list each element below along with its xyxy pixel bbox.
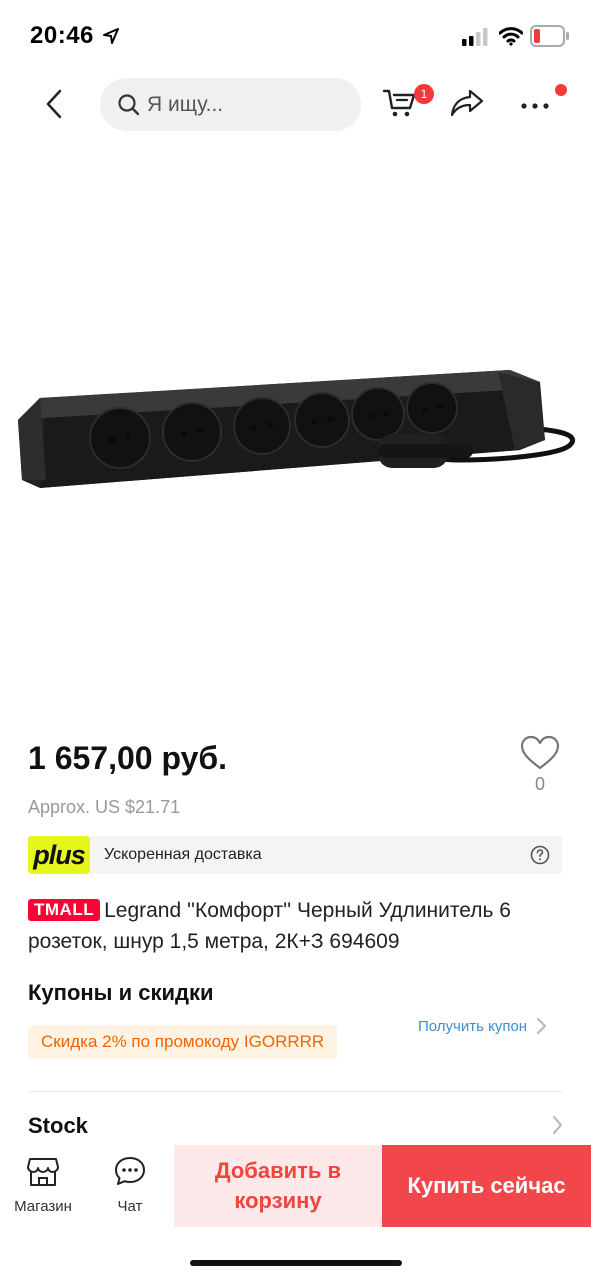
- chat-button[interactable]: Чат: [100, 1155, 160, 1219]
- product-title: TMALL Legrand ''Комфорт'' Черный Удлините…: [28, 895, 568, 957]
- chat-icon: [115, 1157, 145, 1185]
- location-arrow-icon: [103, 28, 119, 44]
- coupons-heading: Купоны и скидки: [28, 980, 214, 1005]
- get-coupon-label: Получить купон: [418, 1017, 528, 1035]
- divider: [28, 1091, 563, 1092]
- stock-row[interactable]: Stock: [28, 1105, 563, 1145]
- search-icon: [118, 93, 140, 115]
- notification-dot: [555, 84, 567, 96]
- delivery-text: Ускоренная доставка: [104, 846, 262, 863]
- battery-icon: [530, 25, 569, 47]
- help-icon[interactable]: [530, 845, 550, 865]
- add-to-cart-label: Добавить в корзину: [214, 1158, 342, 1213]
- chevron-right-icon: [552, 1115, 563, 1135]
- store-icon: [27, 1158, 59, 1186]
- add-to-cart-button[interactable]: Добавить в корзину: [174, 1145, 382, 1227]
- status-bar: 20:46: [0, 0, 591, 70]
- more-button[interactable]: [518, 92, 554, 116]
- store-label: Магазин: [14, 1198, 72, 1215]
- heart-icon: [520, 735, 560, 770]
- plus-delivery-bar[interactable]: plus Ускоренная доставка: [28, 836, 562, 874]
- back-icon: [46, 89, 62, 119]
- buy-now-button[interactable]: Купить сейчас: [382, 1145, 591, 1227]
- chat-label: Чат: [117, 1198, 143, 1215]
- product-title-text: Legrand ''Комфорт'' Черный Удлинитель 6 …: [28, 899, 511, 953]
- more-icon: [521, 103, 549, 109]
- home-indicator: [190, 1260, 402, 1266]
- chevron-right-icon: [536, 1017, 547, 1035]
- approx-price: Approx. US $21.71: [28, 797, 181, 817]
- discount-coupon[interactable]: Скидка 2% по промокоду IGORRRR: [28, 1025, 338, 1059]
- search-placeholder: Я ищу...: [147, 92, 224, 116]
- store-button[interactable]: Магазин: [8, 1155, 78, 1219]
- get-coupon-link[interactable]: Получить купон: [418, 1017, 547, 1035]
- search-input[interactable]: Я ищу...: [100, 78, 361, 131]
- cart-count-badge: 1: [414, 84, 434, 104]
- product-image[interactable]: [0, 150, 591, 710]
- wishlist-button[interactable]: [520, 735, 560, 775]
- tmall-badge: TMALL: [28, 899, 101, 921]
- share-button[interactable]: [450, 88, 486, 122]
- power-strip-image: [18, 370, 575, 488]
- stock-label: Stock: [28, 1113, 88, 1138]
- bottom-action-bar: Магазин Чат Добавить в корзину Купить се…: [0, 1145, 591, 1227]
- status-time: 20:46: [30, 22, 94, 49]
- wishlist-count: 0: [534, 774, 545, 794]
- product-price: 1 657,00 руб.: [28, 740, 228, 776]
- plus-logo: plus: [28, 836, 90, 874]
- back-button[interactable]: [36, 84, 72, 124]
- cart-icon: [382, 89, 416, 117]
- share-icon: [450, 89, 484, 117]
- signal-icon: [462, 28, 488, 46]
- wifi-icon: [499, 27, 523, 46]
- top-nav: Я ищу... 1: [0, 70, 591, 140]
